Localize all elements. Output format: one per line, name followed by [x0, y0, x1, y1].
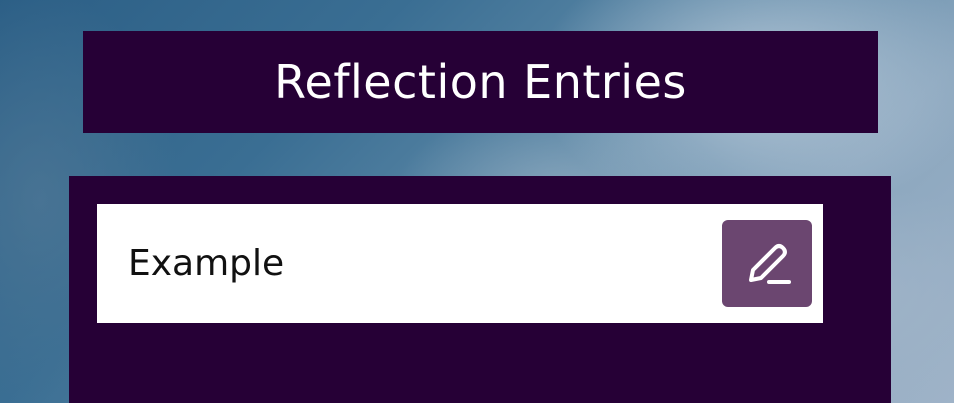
entry-label: Example [128, 243, 285, 284]
page-title-bar: Reflection Entries [83, 31, 878, 133]
entries-panel: Example [69, 176, 891, 403]
page-title: Reflection Entries [274, 55, 687, 109]
edit-entry-button[interactable] [722, 220, 812, 307]
pencil-edit-icon [749, 243, 791, 284]
list-item[interactable]: Example [97, 204, 823, 323]
